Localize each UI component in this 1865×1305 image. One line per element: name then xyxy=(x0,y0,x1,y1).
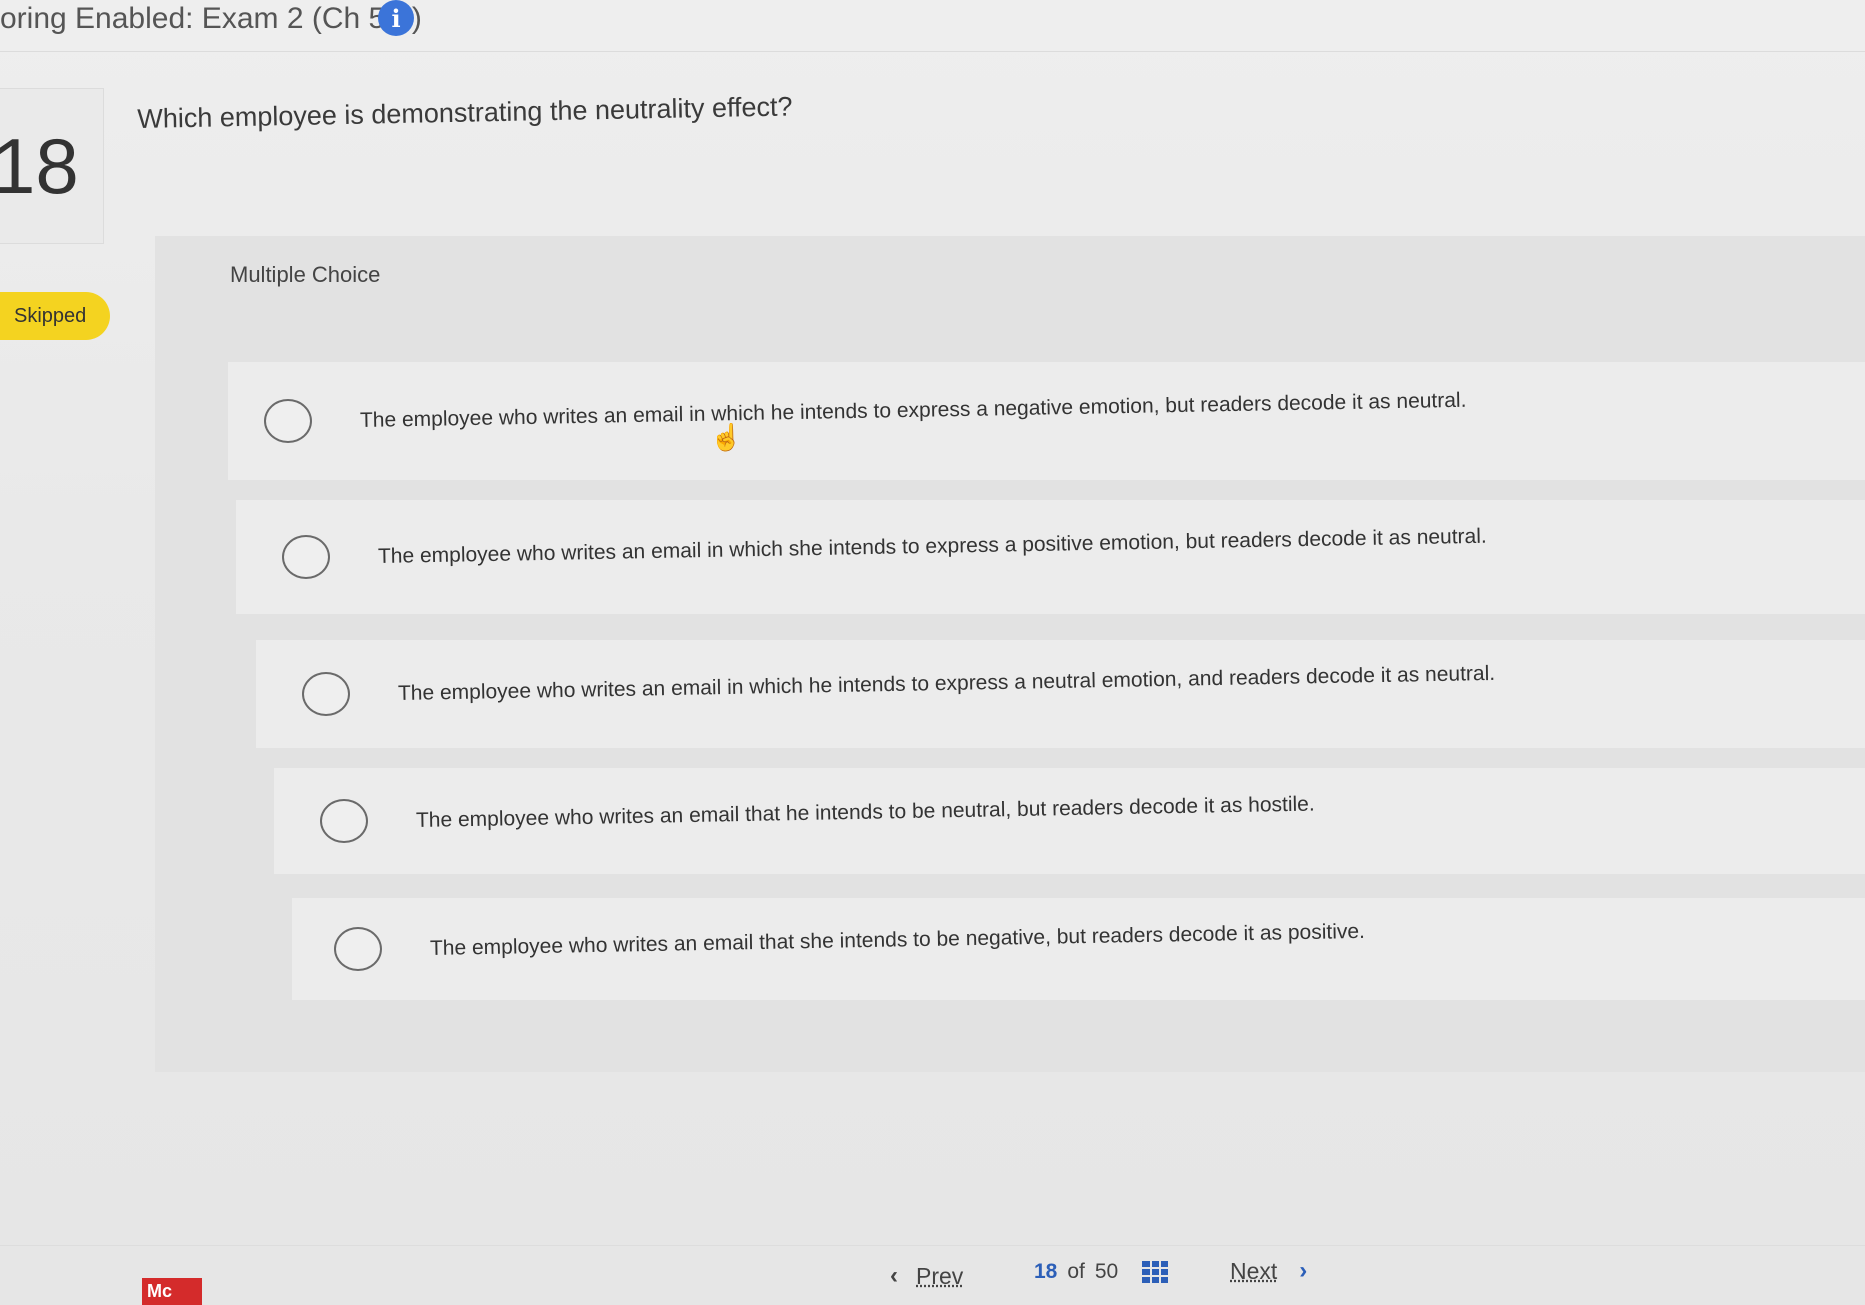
answer-option-text: The employee who writes an email that he… xyxy=(415,792,1315,832)
chevron-left-icon: ‹ xyxy=(890,1262,898,1289)
mcgraw-hill-logo: Mc xyxy=(142,1278,202,1305)
radio-button[interactable] xyxy=(320,799,368,843)
answer-option-3[interactable]: The employee who writes an email in whic… xyxy=(256,640,1865,748)
answer-option-text: The employee who writes an email in whic… xyxy=(397,661,1496,705)
of-label: of xyxy=(1067,1260,1085,1283)
answer-option-1[interactable]: The employee who writes an email in whic… xyxy=(228,362,1865,480)
exam-header: oring Enabled: Exam 2 (Ch 5-9) i xyxy=(0,0,1865,52)
radio-button[interactable] xyxy=(264,399,312,443)
answer-option-text: The employee who writes an email that sh… xyxy=(429,919,1366,960)
total-questions: 50 xyxy=(1094,1260,1119,1283)
answer-option-5[interactable]: The employee who writes an email that sh… xyxy=(292,898,1865,1000)
question-type-label: Multiple Choice xyxy=(230,262,381,287)
question-pager[interactable]: 18 of 50 xyxy=(1034,1260,1169,1284)
radio-button[interactable] xyxy=(302,672,350,716)
question-number-box: 18 xyxy=(0,88,104,244)
next-label: Next xyxy=(1230,1257,1278,1284)
status-badge: Skipped xyxy=(0,292,110,340)
info-icon[interactable]: i xyxy=(378,0,414,36)
chevron-right-icon: › xyxy=(1299,1257,1308,1284)
answer-option-text: The employee who writes an email in whic… xyxy=(359,388,1467,432)
answer-option-4[interactable]: The employee who writes an email that he… xyxy=(274,768,1865,874)
prev-label: Prev xyxy=(916,1262,964,1289)
grid-icon[interactable] xyxy=(1142,1261,1169,1283)
hand-cursor-icon: ☝ xyxy=(710,422,743,452)
current-question-number: 18 xyxy=(1034,1260,1058,1283)
exam-title: oring Enabled: Exam 2 (Ch 5-9) xyxy=(0,2,422,35)
answer-option-text: The employee who writes an email in whic… xyxy=(377,524,1487,568)
question-text: Which employee is demonstrating the neut… xyxy=(137,91,793,134)
answer-option-2[interactable]: The employee who writes an email in whic… xyxy=(236,500,1865,614)
prev-button[interactable]: ‹ Prev xyxy=(890,1262,963,1290)
next-button[interactable]: Next › xyxy=(1230,1257,1307,1285)
radio-button[interactable] xyxy=(334,927,382,971)
radio-button[interactable] xyxy=(282,535,330,579)
question-number: 18 xyxy=(0,122,79,210)
